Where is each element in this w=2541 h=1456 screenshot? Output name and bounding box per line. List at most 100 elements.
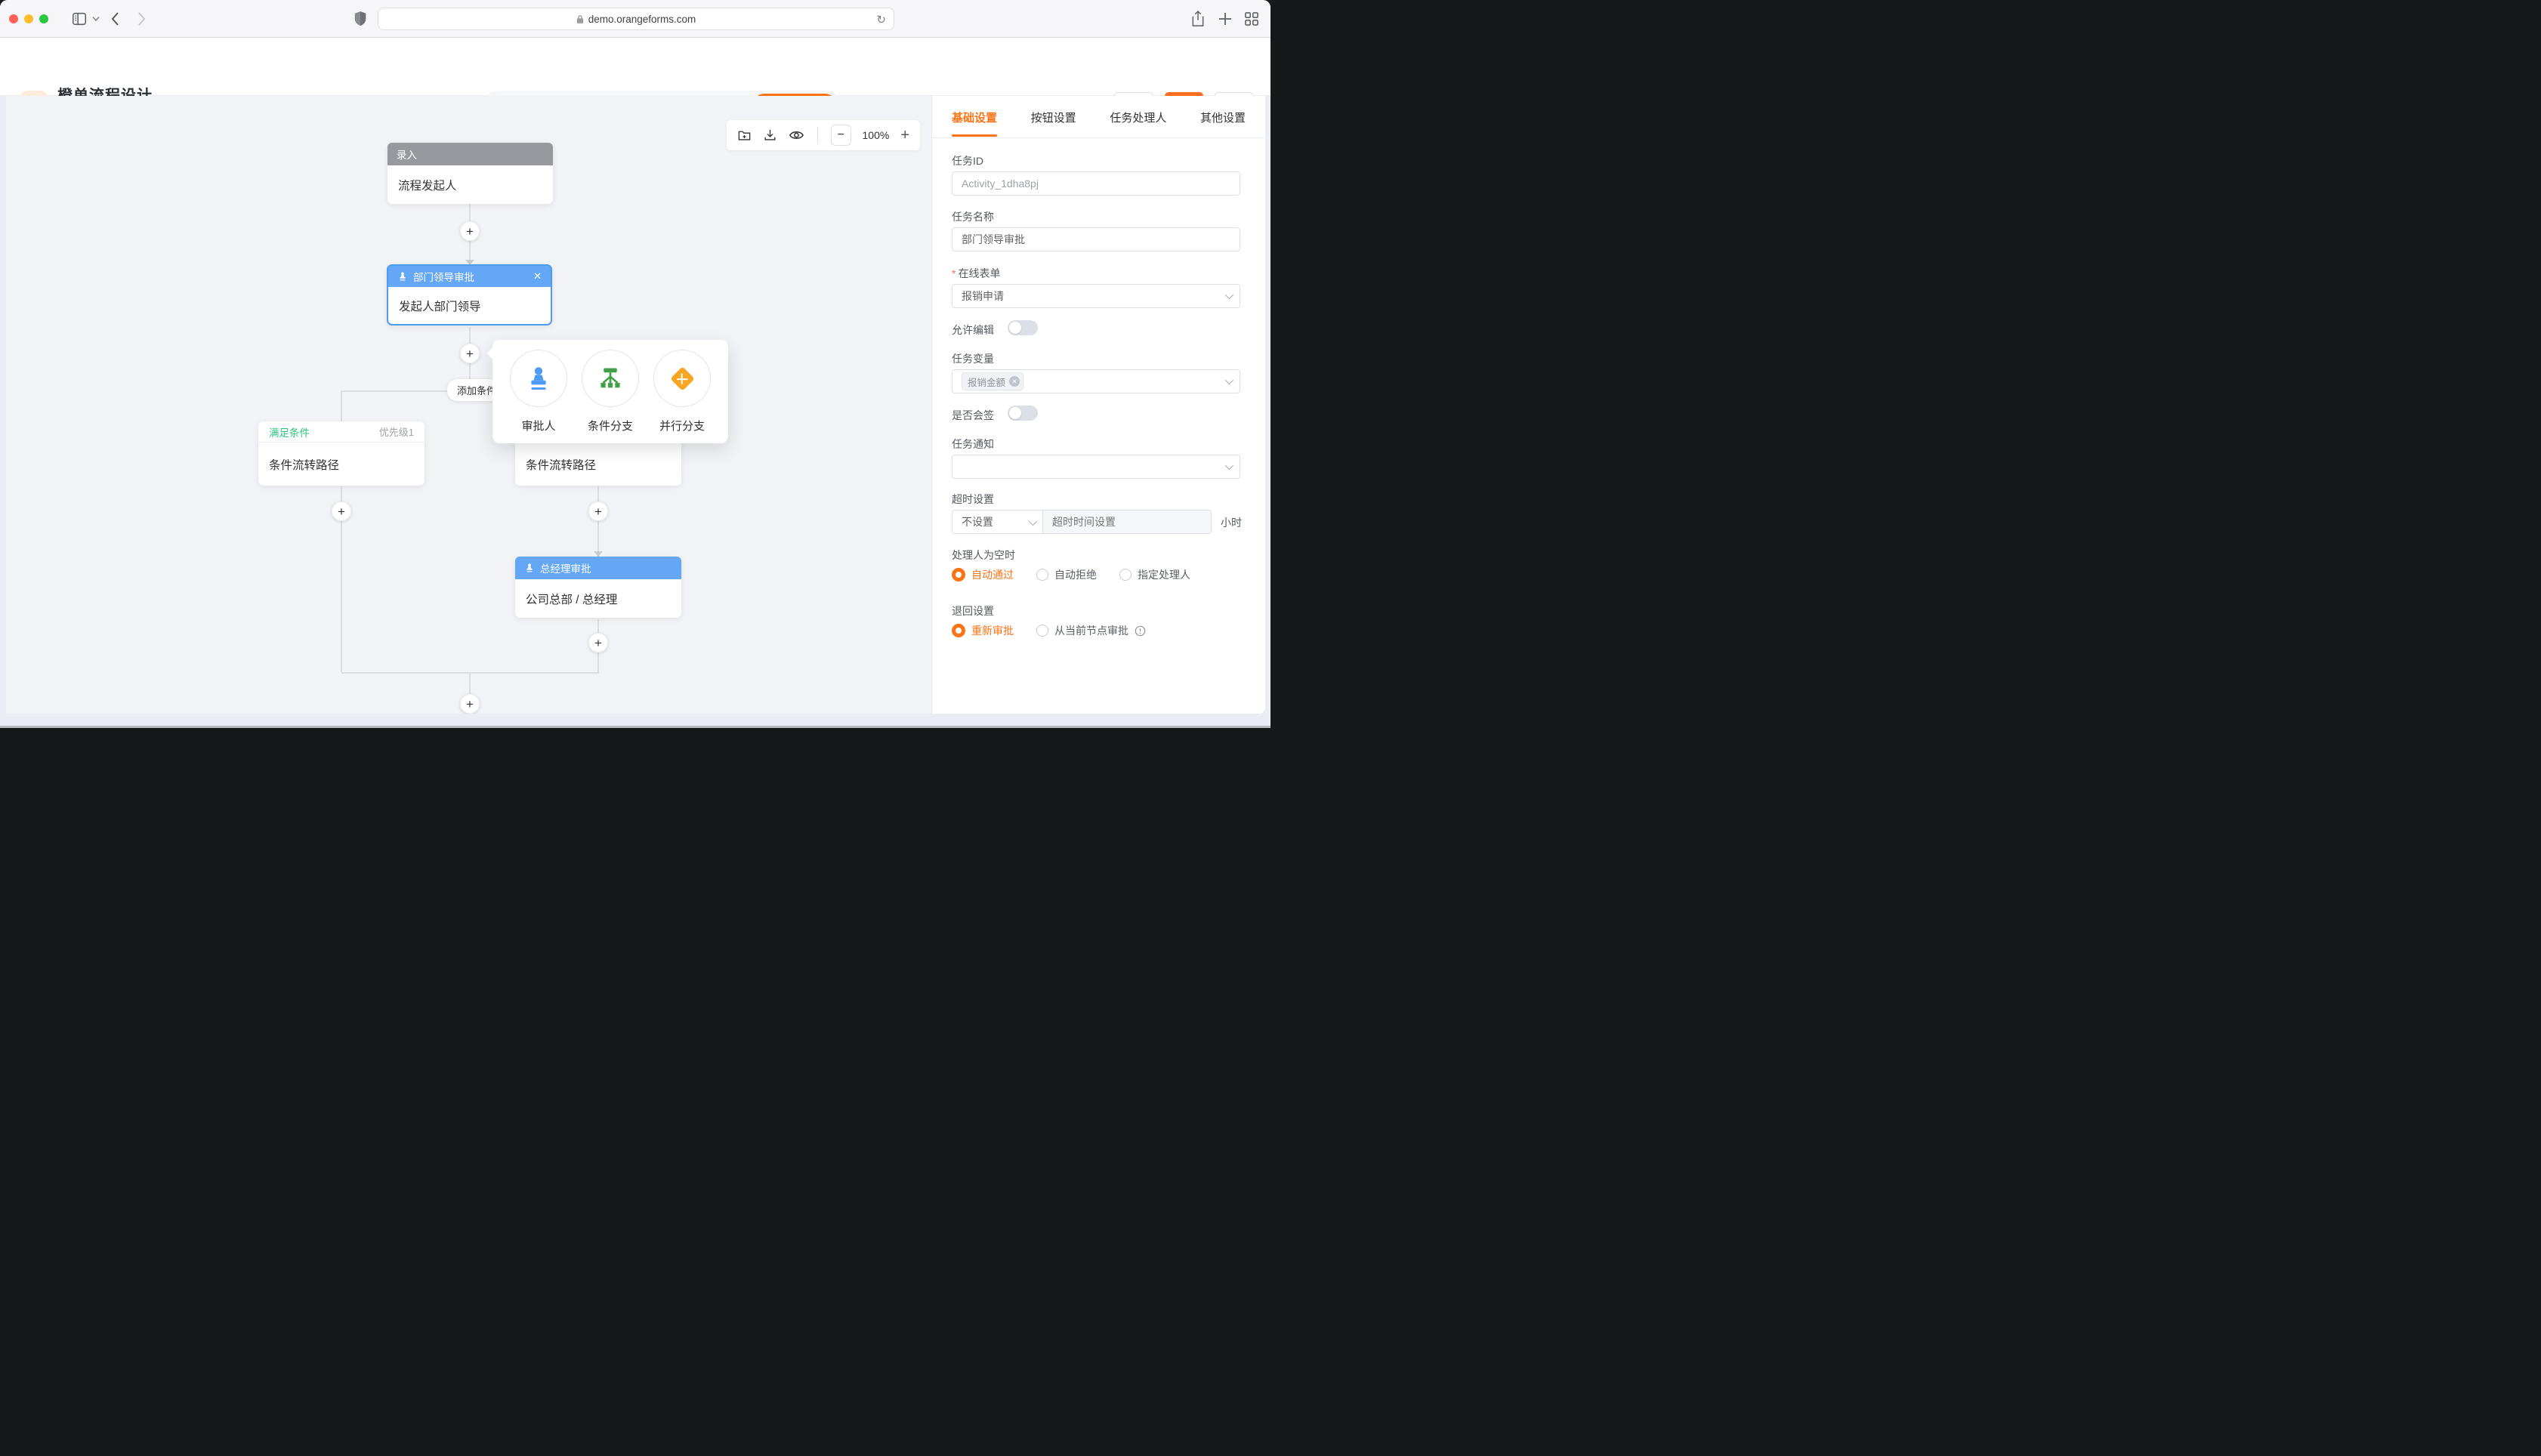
- approver-circle[interactable]: [510, 350, 567, 407]
- share-icon[interactable]: [1190, 10, 1206, 28]
- add-node-button[interactable]: +: [460, 344, 480, 363]
- priority-label: 优先级1: [379, 424, 414, 439]
- settings-tabs: 基础设置 按钮设置 任务处理人 其他设置: [952, 110, 1246, 137]
- radio-restart-approval[interactable]: 重新审批: [952, 623, 1014, 638]
- tab-other-settings[interactable]: 其他设置: [1200, 110, 1246, 137]
- timeout-unit: 小时: [1221, 515, 1242, 530]
- node-close-icon[interactable]: ✕: [533, 270, 542, 282]
- timeout-mode-select[interactable]: 不设置: [952, 511, 1043, 533]
- condition-body[interactable]: 条件流转路径: [258, 443, 425, 486]
- task-variable-select[interactable]: 报销金额 ✕: [952, 369, 1240, 393]
- countersign-toggle[interactable]: [1008, 406, 1038, 421]
- radio-dot: [952, 624, 965, 637]
- popup-item-label: 审批人: [521, 418, 555, 433]
- settings-panel: 基础设置 按钮设置 任务处理人 其他设置 任务ID 任务名称 *在线表单 报销申…: [931, 96, 1265, 714]
- task-notify-label: 任务通知: [952, 436, 994, 452]
- approver-stamp-icon: [525, 365, 552, 392]
- chevron-down-icon: [1225, 291, 1233, 299]
- node-start-body[interactable]: 流程发起人: [387, 165, 553, 204]
- tab-overview-icon[interactable]: [1245, 12, 1258, 26]
- reload-icon[interactable]: ↻: [876, 13, 886, 26]
- radio-auto-reject[interactable]: 自动拒绝: [1036, 567, 1097, 582]
- sidebar-chevron-icon[interactable]: [92, 16, 100, 22]
- new-tab-icon[interactable]: [1218, 12, 1232, 26]
- add-node-button[interactable]: +: [332, 501, 351, 521]
- allow-edit-label: 允许编辑: [952, 322, 994, 338]
- reject-setting-label: 退回设置: [952, 603, 994, 618]
- chevron-down-icon: [1225, 376, 1233, 384]
- minimize-window-button[interactable]: [24, 14, 33, 23]
- zoom-level: 100%: [863, 129, 890, 141]
- approver-stamp-icon: [524, 563, 535, 573]
- popup-item-condition-branch[interactable]: 条件分支: [574, 350, 647, 433]
- add-node-popup: 审批人 条件分支 并行分支: [492, 340, 728, 443]
- online-form-select[interactable]: 报销申请: [952, 284, 1240, 308]
- tab-button-settings[interactable]: 按钮设置: [1031, 110, 1076, 137]
- node-start[interactable]: 录入 流程发起人: [387, 143, 553, 204]
- add-node-button[interactable]: +: [588, 501, 608, 521]
- node-start-header: 录入: [387, 143, 553, 165]
- add-node-button[interactable]: +: [460, 221, 480, 241]
- toggle-knob: [1009, 407, 1021, 419]
- zoom-out-button[interactable]: −: [831, 125, 851, 146]
- allow-edit-toggle[interactable]: [1008, 320, 1038, 335]
- node-dept-approval[interactable]: 部门领导审批 ✕ 发起人部门领导: [387, 264, 552, 325]
- timeout-value-input[interactable]: [1043, 511, 1211, 533]
- popup-item-label: 并行分支: [659, 418, 705, 433]
- condition-branch-circle[interactable]: [582, 350, 639, 407]
- radio-dot: [1036, 625, 1048, 637]
- radio-assign-handler[interactable]: 指定处理人: [1119, 567, 1190, 582]
- download-icon[interactable]: [763, 128, 777, 143]
- task-id-input[interactable]: [952, 171, 1240, 196]
- condition-body[interactable]: 条件流转路径: [515, 443, 681, 486]
- app-header: 橙单流程设计 基础信息 流程变量 流程状态 流程设计 切换 保存 返回: [0, 38, 1270, 96]
- close-window-button[interactable]: [9, 14, 18, 23]
- online-form-value: 报销申请: [962, 288, 1004, 304]
- node-gm-body[interactable]: 公司总部 / 总经理: [515, 579, 681, 618]
- connector-line: [341, 390, 342, 421]
- address-bar[interactable]: demo.orangeforms.com ↻: [378, 8, 894, 30]
- node-condition-left[interactable]: 满足条件 优先级1 条件流转路径: [258, 421, 425, 486]
- maximize-window-button[interactable]: [39, 14, 48, 23]
- popup-item-approver[interactable]: 审批人: [502, 350, 575, 433]
- popup-item-parallel-branch[interactable]: 并行分支: [646, 350, 718, 433]
- task-name-input[interactable]: [952, 227, 1240, 251]
- zoom-in-button[interactable]: +: [900, 127, 909, 144]
- radio-auto-approve[interactable]: 自动通过: [952, 567, 1014, 582]
- parallel-branch-circle[interactable]: [653, 350, 711, 407]
- preview-eye-icon[interactable]: [789, 128, 804, 143]
- tab-task-assignee[interactable]: 任务处理人: [1110, 110, 1166, 137]
- flow-canvas[interactable]: 录入 流程发起人 + 部门领导审批 ✕ 发起人部门领导 + 添加条件 满足条件: [6, 96, 937, 714]
- radio-current-node-approval[interactable]: 从当前节点审批: [1036, 623, 1146, 638]
- variable-tag-label: 报销金额: [968, 375, 1005, 389]
- privacy-shield-icon[interactable]: [354, 10, 367, 28]
- tag-remove-icon[interactable]: ✕: [1009, 376, 1020, 387]
- add-node-button[interactable]: +: [460, 694, 480, 714]
- empty-assignee-label: 处理人为空时: [952, 548, 1015, 563]
- task-notify-select[interactable]: [952, 455, 1240, 479]
- new-folder-icon[interactable]: [737, 128, 752, 143]
- condition-label: 满足条件: [269, 424, 310, 440]
- timeout-mode-value: 不设置: [962, 514, 993, 529]
- back-button[interactable]: [110, 11, 119, 26]
- tab-basic-settings[interactable]: 基础设置: [952, 110, 997, 137]
- toggle-knob: [1009, 322, 1021, 334]
- task-name-label: 任务名称: [952, 209, 994, 224]
- info-icon[interactable]: [1135, 625, 1146, 637]
- node-title: 部门领导审批: [413, 269, 474, 284]
- condition-header: 满足条件 优先级1: [258, 421, 425, 443]
- sidebar-toggle-icon[interactable]: [71, 11, 88, 27]
- radio-dot: [952, 568, 965, 581]
- connector-line: [597, 486, 599, 557]
- url-text: demo.orangeforms.com: [588, 14, 696, 25]
- node-gm-approval[interactable]: 总经理审批 公司总部 / 总经理: [515, 557, 681, 618]
- radio-dot: [1036, 569, 1048, 581]
- node-dept-body[interactable]: 发起人部门领导: [388, 287, 551, 324]
- forward-button[interactable]: [137, 11, 147, 26]
- node-dept-header: 部门领导审批 ✕: [388, 266, 551, 287]
- window-bottom-edge: [0, 726, 1270, 728]
- lock-icon: [576, 14, 584, 24]
- parallel-branch-icon: [670, 366, 695, 391]
- add-node-button[interactable]: +: [588, 633, 608, 652]
- countersign-label: 是否会签: [952, 408, 994, 423]
